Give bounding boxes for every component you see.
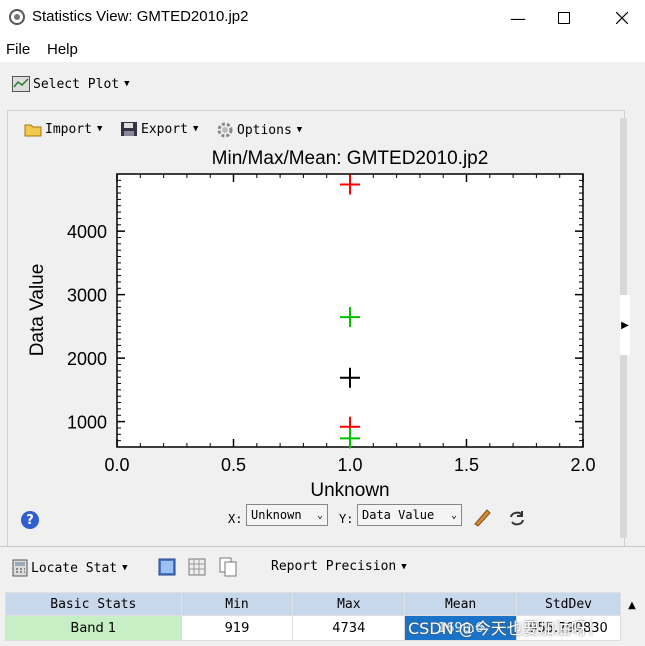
select-plot-button[interactable]: Select Plot ▼ [12, 76, 130, 92]
statistics-chart: Min/Max/Mean: GMTED2010.jp2 0.0 0.5 1.0 1.5… [27, 150, 596, 501]
y-axis-select[interactable]: Data Value ⌄ [357, 504, 462, 526]
refresh-icon[interactable] [507, 509, 527, 531]
plot-icon [12, 76, 30, 92]
x-tick-label: 1.0 [337, 455, 362, 475]
report-precision-button[interactable]: Report Precision ▼ [271, 559, 407, 574]
column-header[interactable]: Min [180, 592, 294, 616]
table-header-row: Basic Stats Min Max Mean StdDev [5, 592, 621, 616]
x-tick-label: 1.5 [454, 455, 479, 475]
table-cell[interactable]: 919 [180, 615, 294, 641]
y-axis-label: Data Value [27, 264, 48, 357]
divider [0, 546, 645, 547]
gear-icon [217, 122, 233, 138]
import-label: Import [45, 121, 92, 137]
chart-title: Min/Max/Mean: GMTED2010.jp2 [212, 150, 489, 169]
row-label[interactable]: Band 1 [5, 615, 182, 641]
minimize-icon[interactable]: — [495, 0, 541, 36]
app-icon [8, 8, 26, 26]
options-button[interactable]: Options ▼ [216, 121, 302, 139]
watermark: CSDN @今天也要加油呀！ [408, 619, 603, 638]
y-tick-label: 2000 [67, 349, 107, 369]
chevron-down-icon: ⌄ [316, 509, 323, 521]
import-button[interactable]: Import ▼ [24, 121, 102, 137]
y-axis-select-value: Data Value [362, 508, 435, 522]
x-tick-label: 2.0 [570, 455, 595, 475]
column-header[interactable]: Max [292, 592, 406, 616]
chevron-down-icon: ▼ [192, 124, 199, 134]
chevron-down-icon: ▼ [401, 561, 407, 572]
x-axis-select[interactable]: Unknown ⌄ [246, 504, 328, 526]
y-tick-label: 4000 [67, 222, 107, 242]
help-icon[interactable]: ? [21, 511, 39, 529]
close-icon[interactable] [599, 0, 645, 36]
menu-bar [0, 36, 645, 62]
chevron-down-icon: ▼ [96, 124, 103, 134]
x-axis-select-value: Unknown [251, 508, 302, 522]
y-tick-label: 1000 [67, 413, 107, 433]
export-label: Export [141, 121, 188, 137]
save-icon [121, 122, 137, 136]
menu-file[interactable]: File [6, 41, 30, 58]
x-axis-label: Unknown [310, 480, 389, 501]
y-tick-label: 3000 [67, 286, 107, 306]
locate-stat-button[interactable]: Locate Stat ▼ [12, 559, 128, 577]
x-tick-label: 0.0 [104, 455, 129, 475]
select-plot-label: Select Plot [33, 76, 120, 92]
maximize-icon[interactable] [541, 0, 587, 36]
x-select-label: X: [228, 512, 243, 526]
scroll-up-icon[interactable]: ▲ [623, 595, 641, 615]
chevron-down-icon: ▼ [122, 563, 128, 573]
chevron-down-icon: ▼ [124, 79, 130, 89]
locate-stat-label: Locate Stat [31, 560, 118, 576]
y-select-label: Y: [339, 512, 354, 526]
x-tick-labels: 0.0 0.5 1.0 1.5 2.0 [104, 455, 595, 475]
calculator-icon [12, 559, 28, 577]
chevron-down-icon: ⌄ [450, 509, 457, 521]
table-view-icon[interactable] [158, 558, 176, 580]
options-label: Options [237, 122, 292, 138]
report-precision-label: Report Precision [271, 559, 397, 574]
grid-view-icon[interactable] [188, 558, 206, 580]
column-header[interactable]: Mean [404, 592, 518, 616]
window-title: Statistics View: GMTED2010.jp2 [32, 8, 249, 25]
table-cell[interactable]: 4734 [292, 615, 406, 641]
export-button[interactable]: Export ▼ [120, 121, 198, 137]
chevron-down-icon: ▼ [296, 125, 303, 135]
menu-help[interactable]: Help [47, 41, 78, 58]
column-header[interactable]: Basic Stats [5, 592, 182, 616]
column-header[interactable]: StdDev [516, 592, 621, 616]
collapse-arrow-icon[interactable]: ▶ [620, 295, 630, 355]
ruler-icon[interactable] [472, 507, 492, 531]
y-tick-labels: 1000 2000 3000 4000 [67, 222, 107, 432]
copy-icon[interactable] [219, 557, 237, 581]
folder-icon [24, 124, 42, 137]
x-tick-label: 0.5 [221, 455, 246, 475]
